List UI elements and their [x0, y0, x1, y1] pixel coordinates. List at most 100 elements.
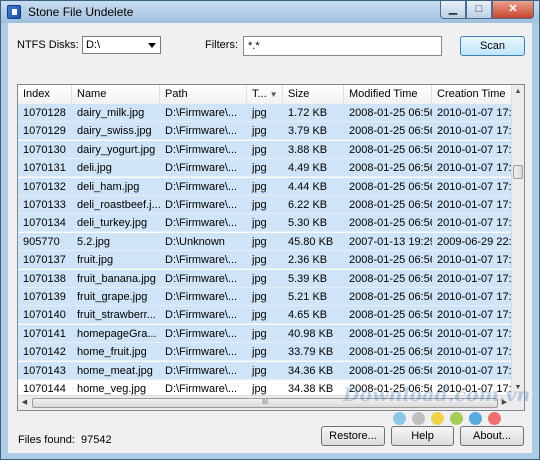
- cell-type: jpg: [252, 327, 267, 340]
- about-button[interactable]: About...: [460, 426, 524, 446]
- cell-index: 1070133: [23, 199, 66, 211]
- table-row[interactable]: 1070130 dairy_yogurt.jpg D:\Firmware\... jp…: [18, 140, 511, 159]
- title-bar[interactable]: Stone File Undelete ▁ □ ✕: [1, 1, 539, 23]
- cell-name: fruit.jpg: [77, 254, 114, 267]
- sort-down-icon: ▼: [269, 90, 278, 99]
- cell-name: home_fruit.jpg: [77, 346, 147, 359]
- cell-index: 1070129: [23, 125, 66, 138]
- table-row[interactable]: 1070138 fruit_banana.jpg D:\Firmware\... jp…: [18, 269, 511, 288]
- cell-size: 1.72 KB: [288, 107, 328, 119]
- cell-modified: 2008-01-25 06:56: [349, 199, 432, 211]
- cell-type: jpg: [252, 180, 267, 193]
- filters-label: Filters:: [205, 39, 238, 51]
- filter-input[interactable]: [243, 36, 442, 56]
- table-row[interactable]: 1070129 dairy_swiss.jpg D:\Firmware\... jpg…: [18, 122, 511, 141]
- cell-created: 2010-01-07 17:5: [437, 162, 511, 175]
- cell-path: D:\Firmware\...: [165, 291, 238, 303]
- column-name[interactable]: Name: [72, 85, 160, 104]
- cell-path: D:\Firmware\...: [165, 254, 238, 267]
- cell-modified: 2008-01-25 06:56: [349, 364, 432, 377]
- table-row[interactable]: 1070139 fruit_grape.jpg D:\Firmware\... jpg…: [18, 288, 511, 306]
- watermark-dot-icon: [393, 412, 406, 425]
- cell-created: 2010-01-07 17:5: [437, 309, 511, 322]
- table-row[interactable]: 1070132 deli_ham.jpg D:\Firmware\... jpg 4.4…: [18, 177, 511, 196]
- maximize-button[interactable]: □: [466, 1, 492, 19]
- column-creation-time[interactable]: Creation Time: [432, 85, 511, 104]
- cell-path: D:\Unknown: [165, 235, 225, 248]
- cell-type: jpg: [252, 291, 267, 303]
- cell-path: D:\Firmware\...: [165, 143, 238, 156]
- cell-created: 2010-01-07 17:5: [437, 364, 511, 377]
- cell-modified: 2008-01-25 06:56: [349, 125, 432, 138]
- table-row[interactable]: 905770 5.2.jpg D:\Unknown jpg 45.80 KB 2007-0…: [18, 232, 511, 251]
- cell-index: 1070143: [23, 364, 66, 377]
- cell-type: jpg: [252, 272, 267, 285]
- column-header: Index Name Path T... ▼ Size Modified Time…: [18, 85, 511, 105]
- cell-created: 2010-01-07 17:5: [437, 346, 511, 359]
- chevron-down-icon: [148, 43, 156, 48]
- table-row[interactable]: 1070131 deli.jpg D:\Firmware\... jpg 4.49 KB…: [18, 159, 511, 178]
- cell-name: fruit_grape.jpg: [77, 291, 148, 303]
- cell-name: homepageGra...: [77, 327, 157, 340]
- cell-size: 40.98 KB: [288, 327, 334, 340]
- cell-modified: 2007-01-13 19:29: [349, 235, 432, 248]
- cell-index: 1070140: [23, 309, 66, 322]
- cell-modified: 2008-01-25 06:56: [349, 291, 432, 303]
- vertical-scroll-thumb[interactable]: [513, 165, 523, 179]
- cell-type: jpg: [252, 346, 267, 359]
- watermark-dots: [393, 412, 501, 425]
- cell-path: D:\Firmware\...: [165, 364, 238, 377]
- watermark-dot-icon: [488, 412, 501, 425]
- column-modified-time[interactable]: Modified Time: [344, 85, 432, 104]
- table-row[interactable]: 1070133 deli_roastbeef.j... D:\Firmware\..…: [18, 196, 511, 214]
- cell-modified: 2008-01-25 06:56: [349, 162, 432, 175]
- scroll-up-icon[interactable]: ▲: [512, 85, 524, 99]
- cell-modified: 2008-01-25 06:56: [349, 327, 432, 340]
- cell-size: 6.22 KB: [288, 199, 328, 211]
- close-button[interactable]: ✕: [492, 1, 534, 19]
- table-row[interactable]: 1070143 home_meat.jpg D:\Firmware\... jpg 34…: [18, 361, 511, 380]
- scan-button[interactable]: Scan: [460, 36, 525, 56]
- column-path[interactable]: Path: [160, 85, 247, 104]
- table-row[interactable]: 1070140 fruit_strawberr... D:\Firmware\...…: [18, 306, 511, 325]
- column-type[interactable]: T... ▼: [247, 85, 283, 104]
- cell-path: D:\Firmware\...: [165, 162, 238, 175]
- help-button[interactable]: Help: [391, 426, 454, 446]
- table-row[interactable]: 1070134 deli_turkey.jpg D:\Firmware\... jpg…: [18, 214, 511, 233]
- cell-type: jpg: [252, 235, 267, 248]
- cell-index: 905770: [23, 235, 60, 248]
- file-list[interactable]: Index Name Path T... ▼ Size Modified Time…: [17, 84, 525, 411]
- cell-index: 1070142: [23, 346, 66, 359]
- cell-index: 1070132: [23, 180, 66, 193]
- cell-type: jpg: [252, 143, 267, 156]
- cell-type: jpg: [252, 162, 267, 175]
- cell-size: 5.30 KB: [288, 217, 328, 230]
- vertical-scrollbar[interactable]: ▲ ▼: [511, 85, 524, 395]
- cell-size: 33.79 KB: [288, 346, 334, 359]
- column-index[interactable]: Index: [18, 85, 72, 104]
- scroll-left-icon[interactable]: ◀: [18, 396, 31, 410]
- column-size[interactable]: Size: [283, 85, 344, 104]
- cell-size: 5.39 KB: [288, 272, 328, 285]
- cell-modified: 2008-01-25 06:56: [349, 180, 432, 193]
- cell-created: 2009-06-29 22:3: [437, 235, 511, 248]
- cell-created: 2010-01-07 17:5: [437, 272, 511, 285]
- cell-path: D:\Firmware\...: [165, 217, 238, 230]
- table-row[interactable]: 1070128 dairy_milk.jpg D:\Firmware\... jpg 1…: [18, 104, 511, 122]
- cell-modified: 2008-01-25 06:56: [349, 143, 432, 156]
- restore-button[interactable]: Restore...: [321, 426, 385, 446]
- disk-select[interactable]: D:\: [82, 36, 161, 54]
- main-panel: NTFS Disks: D:\ Filters: Scan Index Name…: [8, 23, 532, 453]
- minimize-button[interactable]: ▁: [440, 1, 466, 19]
- cell-path: D:\Firmware\...: [165, 199, 238, 211]
- cell-index: 1070141: [23, 327, 66, 340]
- table-row[interactable]: 1070142 home_fruit.jpg D:\Firmware\... jpg 3…: [18, 343, 511, 362]
- table-row[interactable]: 1070137 fruit.jpg D:\Firmware\... jpg 2.36 K…: [18, 251, 511, 270]
- cell-path: D:\Firmware\...: [165, 125, 238, 138]
- cell-size: 4.44 KB: [288, 180, 328, 193]
- table-row[interactable]: 1070141 homepageGra... D:\Firmware\... jpg 4…: [18, 324, 511, 343]
- watermark-dot-icon: [431, 412, 444, 425]
- cell-index: 1070128: [23, 107, 66, 119]
- cell-type: jpg: [252, 107, 267, 119]
- disk-select-value: D:\: [86, 39, 101, 51]
